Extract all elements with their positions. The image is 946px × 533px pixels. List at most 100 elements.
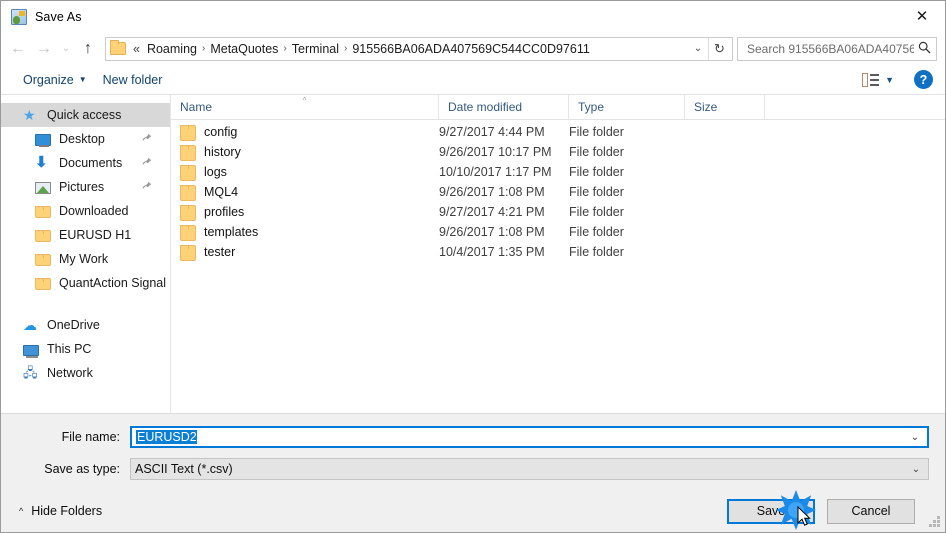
file-type-cell: File folder	[569, 165, 624, 179]
breadcrumb-item-roaming[interactable]: Roaming	[143, 40, 201, 58]
title-bar: Save As ✕	[1, 1, 945, 32]
sidebar-item-eurusd-h1[interactable]: EURUSD H1	[1, 223, 170, 247]
sidebar-item-onedrive[interactable]: ☁ OneDrive	[1, 313, 170, 337]
picture-icon	[35, 182, 51, 194]
table-row[interactable]: history 9/26/2017 10:17 PM File folder	[171, 142, 945, 162]
file-date-cell: 9/26/2017 1:08 PM	[439, 225, 545, 239]
table-row[interactable]: config 9/27/2017 4:44 PM File folder	[171, 122, 945, 142]
table-row[interactable]: MQL4 9/26/2017 1:08 PM File folder	[171, 182, 945, 202]
file-name-cell: MQL4	[171, 183, 439, 201]
breadcrumb-item-metaquotes[interactable]: MetaQuotes	[206, 40, 282, 58]
sidebar-item-label: Network	[47, 366, 93, 380]
file-name-cell: templates	[171, 223, 439, 241]
folder-icon	[180, 185, 196, 201]
search-box[interactable]	[737, 36, 937, 61]
table-row[interactable]: logs 10/10/2017 1:17 PM File folder	[171, 162, 945, 182]
folder-icon	[180, 145, 196, 161]
chevron-down-icon[interactable]: ⌄	[905, 432, 925, 443]
folder-icon	[180, 205, 196, 221]
file-date-cell: 9/27/2017 4:44 PM	[439, 125, 545, 139]
breadcrumb-item-terminal[interactable]: Terminal	[288, 40, 343, 58]
file-type-cell: File folder	[569, 225, 624, 239]
hide-folders-button[interactable]: ^ Hide Folders	[17, 504, 102, 518]
sidebar-item-quantaction-signal[interactable]: QuantAction Signal	[1, 271, 170, 295]
search-input[interactable]	[745, 40, 916, 57]
sidebar-item-network[interactable]: 🖧 Network	[1, 361, 170, 385]
search-icon	[916, 41, 932, 57]
file-type-cell: File folder	[569, 245, 624, 259]
help-icon[interactable]: ?	[914, 70, 933, 89]
table-row[interactable]: profiles 9/27/2017 4:21 PM File folder	[171, 202, 945, 222]
save-button[interactable]: Save	[727, 498, 815, 524]
column-header-size[interactable]: Size	[685, 95, 765, 119]
forward-button[interactable]: →	[31, 36, 57, 62]
sort-ascending-icon: ^	[302, 96, 307, 105]
table-row[interactable]: templates 9/26/2017 1:08 PM File folder	[171, 222, 945, 242]
chevron-down-icon: ▼	[78, 75, 87, 84]
table-row[interactable]: tester 10/4/2017 1:35 PM File folder	[171, 242, 945, 262]
recent-locations-button[interactable]: ⌄	[57, 36, 75, 62]
column-header-date-modified[interactable]: Date modified	[439, 95, 569, 119]
back-button[interactable]: ←	[5, 36, 31, 62]
chevron-down-icon[interactable]: ▼	[885, 75, 894, 85]
column-header-name[interactable]: ^ Name	[171, 95, 439, 119]
dialog-buttons: Save Cancel	[727, 498, 929, 524]
organize-button[interactable]: Organize ▼	[15, 69, 95, 91]
file-list-pane: ^ Name Date modified Type Size config 9/…	[171, 95, 945, 413]
download-arrow-icon: ⬇	[35, 154, 48, 171]
file-name-row: File name: EURUSD2 ⌄	[17, 426, 929, 448]
sidebar-item-label: OneDrive	[47, 318, 100, 332]
file-name-cell: history	[171, 143, 439, 161]
file-rows: config 9/27/2017 4:44 PM File folder his…	[171, 120, 945, 413]
save-as-type-combobox[interactable]: ASCII Text (*.csv) ⌄	[130, 458, 929, 480]
desktop-icon	[35, 134, 51, 147]
chevron-down-icon[interactable]: ⌄	[688, 43, 708, 54]
file-name-combobox[interactable]: EURUSD2 ⌄	[130, 426, 929, 448]
sidebar-item-this-pc[interactable]: This PC	[1, 337, 170, 361]
sidebar-item-label: Quick access	[47, 108, 122, 122]
save-as-type-row: Save as type: ASCII Text (*.csv) ⌄	[17, 458, 929, 480]
sidebar-item-desktop[interactable]: Desktop	[1, 127, 170, 151]
folder-icon	[35, 254, 51, 266]
sidebar-item-my-work[interactable]: My Work	[1, 247, 170, 271]
pc-icon	[23, 344, 39, 358]
view-layout-icon[interactable]	[862, 72, 880, 87]
file-name-cell: tester	[171, 243, 439, 261]
column-headers: ^ Name Date modified Type Size	[171, 95, 945, 120]
file-type-cell: File folder	[569, 205, 624, 219]
pin-icon	[142, 157, 152, 168]
navigation-sidebar: ★ Quick access Desktop ⬇ Documents Pictu…	[1, 95, 171, 413]
new-folder-button[interactable]: New folder	[95, 69, 171, 91]
breadcrumb-overflow[interactable]: «	[130, 40, 143, 58]
save-as-type-label: Save as type:	[44, 462, 120, 476]
folder-icon	[180, 165, 196, 181]
close-icon[interactable]: ✕	[899, 1, 945, 31]
sidebar-item-documents[interactable]: ⬇ Documents	[1, 151, 170, 175]
chevron-up-icon: ^	[19, 506, 24, 516]
file-date-cell: 9/26/2017 10:17 PM	[439, 145, 552, 159]
file-name-cell: profiles	[171, 203, 439, 221]
cancel-button[interactable]: Cancel	[827, 498, 915, 524]
pin-icon	[142, 133, 152, 144]
address-bar[interactable]: « Roaming › MetaQuotes › Terminal › 9155…	[105, 36, 733, 61]
sidebar-item-downloaded[interactable]: Downloaded	[1, 199, 170, 223]
star-icon: ★	[23, 107, 36, 123]
column-label: Name	[180, 100, 213, 114]
sidebar-item-pictures[interactable]: Pictures	[1, 175, 170, 199]
refresh-icon[interactable]: ↻	[708, 37, 730, 60]
window-title: Save As	[35, 9, 82, 24]
file-name-label: MQL4	[204, 185, 239, 199]
folder-icon	[180, 125, 196, 141]
resize-grip[interactable]	[928, 516, 941, 529]
file-name-input[interactable]: EURUSD2	[136, 430, 905, 444]
sidebar-item-quick-access[interactable]: ★ Quick access	[1, 103, 170, 127]
file-name-label: profiles	[204, 205, 245, 219]
pin-icon	[142, 181, 152, 192]
column-header-type[interactable]: Type	[569, 95, 685, 119]
file-name-label: logs	[204, 165, 227, 179]
breadcrumb-item-instance-id[interactable]: 915566BA06ADA407569C544CC0D97611	[348, 40, 593, 58]
up-button[interactable]: ↑	[75, 36, 101, 62]
chevron-down-icon[interactable]: ⌄	[906, 464, 926, 475]
sidebar-item-label: Downloaded	[59, 204, 129, 218]
